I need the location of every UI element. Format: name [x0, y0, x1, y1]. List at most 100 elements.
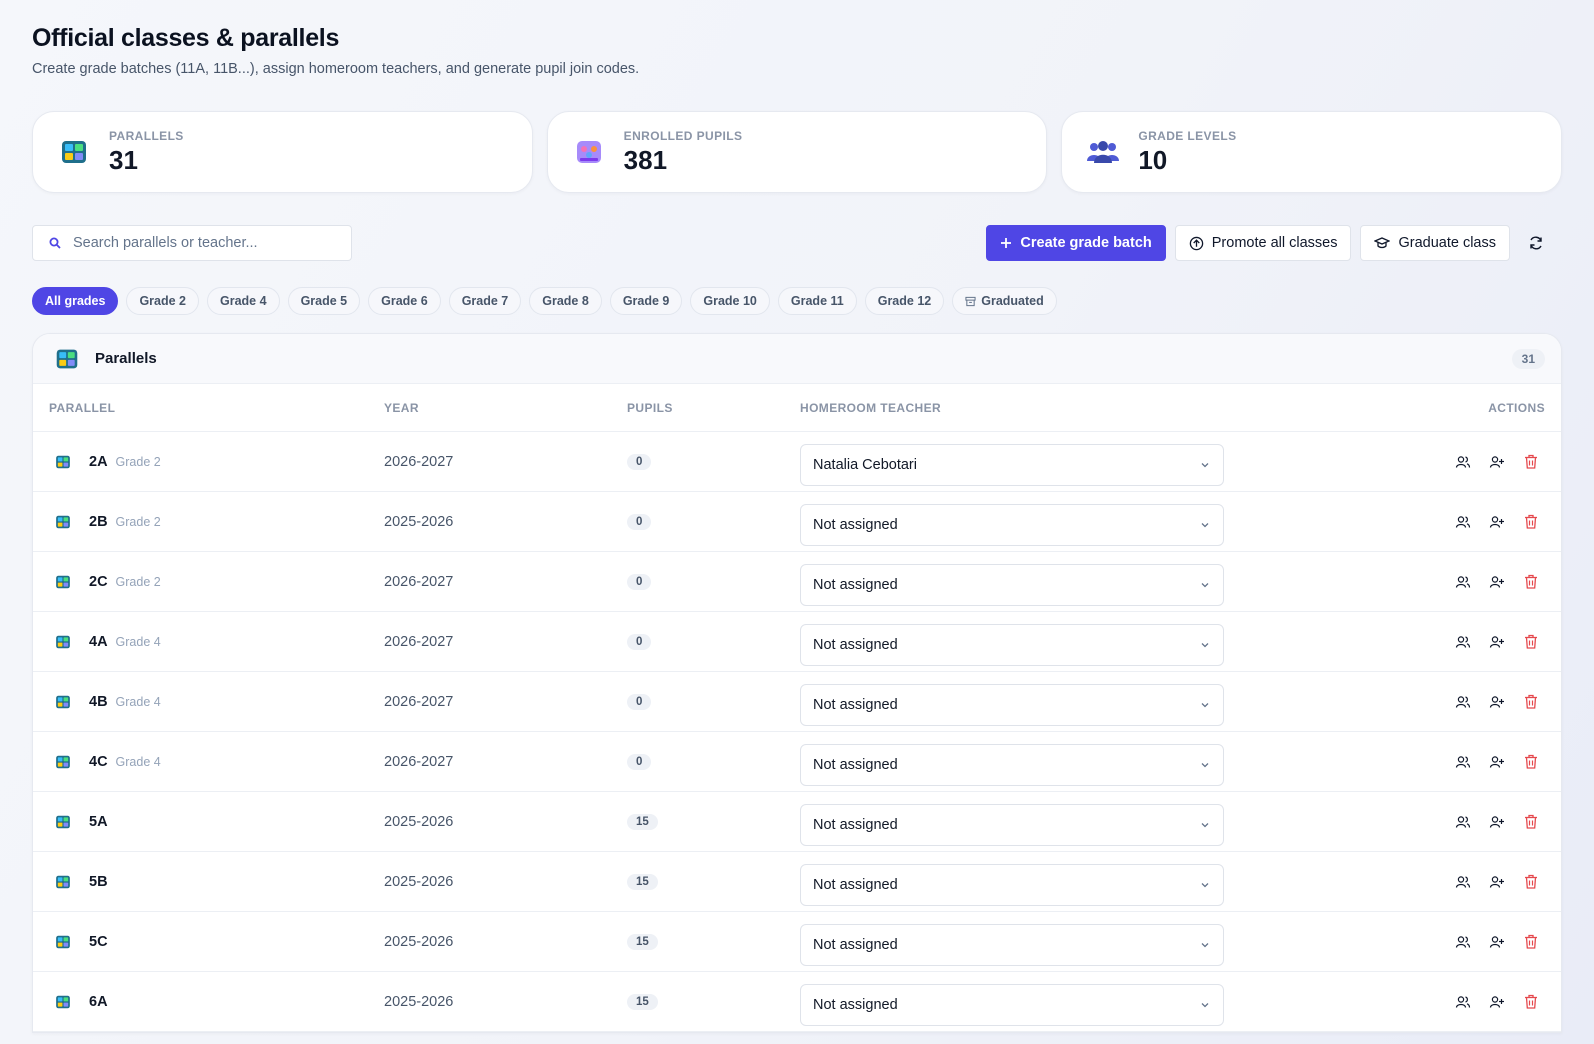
view-pupils-button[interactable]	[1455, 454, 1471, 470]
add-pupil-button[interactable]	[1489, 754, 1505, 770]
view-pupils-button[interactable]	[1455, 574, 1471, 590]
promote-all-classes-button[interactable]: Promote all classes	[1174, 225, 1352, 261]
pupil-count-badge: 0	[627, 513, 652, 530]
add-pupil-button[interactable]	[1489, 634, 1505, 650]
view-pupils-button[interactable]	[1455, 814, 1471, 830]
parallel-name[interactable]: 4B	[89, 694, 108, 710]
homeroom-teacher-select[interactable]: Natalia Cebotari	[800, 444, 1224, 486]
homeroom-teacher-select[interactable]: Not assigned	[800, 624, 1224, 666]
parallel-name[interactable]: 2C	[89, 574, 108, 590]
homeroom-teacher-select[interactable]: Not assigned	[800, 744, 1224, 786]
delete-parallel-button[interactable]	[1523, 754, 1539, 770]
filter-chip-grade-7[interactable]: Grade 7	[448, 287, 522, 315]
homeroom-teacher-select[interactable]: Not assigned	[800, 864, 1224, 906]
panel-title: Parallels	[95, 350, 157, 367]
homeroom-teacher-select[interactable]: Not assigned	[800, 804, 1224, 846]
add-pupil-button[interactable]	[1489, 694, 1505, 710]
table-row[interactable]: 5C 2025-2026 15 Not assigned	[33, 912, 1561, 972]
stat-card-enrolled-pupils: ENROLLED PUPILS 381	[546, 111, 1048, 193]
delete-parallel-button[interactable]	[1523, 994, 1539, 1010]
filter-chip-grade-6[interactable]: Grade 6	[368, 287, 441, 315]
table-row[interactable]: 2A Grade 2 2026-2027 0 Natalia Cebotari	[33, 432, 1561, 492]
class-board-icon	[56, 815, 70, 828]
parallel-name[interactable]: 5C	[89, 934, 108, 950]
view-pupils-button[interactable]	[1455, 754, 1471, 770]
table-row[interactable]: 4A Grade 4 2026-2027 0 Not assigned	[33, 612, 1561, 672]
delete-parallel-button[interactable]	[1523, 634, 1539, 650]
add-pupil-button[interactable]	[1489, 994, 1505, 1010]
view-pupils-button[interactable]	[1455, 994, 1471, 1010]
column-header-pupils[interactable]: PUPILS	[627, 401, 673, 415]
homeroom-teacher-select[interactable]: Not assigned	[800, 984, 1224, 1026]
refresh-button[interactable]	[1518, 225, 1562, 261]
class-board-icon	[57, 135, 91, 169]
filter-chip-grade-10[interactable]: Grade 10	[690, 287, 770, 315]
parallel-name[interactable]: 4C	[89, 754, 108, 770]
create-grade-batch-button[interactable]: Create grade batch	[986, 225, 1166, 261]
delete-parallel-button[interactable]	[1523, 814, 1539, 830]
delete-parallel-button[interactable]	[1523, 514, 1539, 530]
table-row[interactable]: 5A 2025-2026 15 Not assigned	[33, 792, 1561, 852]
parallel-name[interactable]: 5B	[89, 874, 108, 890]
page-title: Official classes & parallels	[32, 24, 340, 52]
view-pupils-button[interactable]	[1455, 634, 1471, 650]
delete-parallel-button[interactable]	[1523, 694, 1539, 710]
parallel-name[interactable]: 2B	[89, 514, 108, 530]
view-pupils-button[interactable]	[1455, 694, 1471, 710]
view-pupils-button[interactable]	[1455, 874, 1471, 890]
filter-chip-grade-4[interactable]: Grade 4	[207, 287, 280, 315]
filter-chip-graduated[interactable]: Graduated	[952, 287, 1057, 315]
filter-chip-grade-11[interactable]: Grade 11	[777, 287, 857, 315]
filter-chip-grade-5[interactable]: Grade 5	[287, 287, 361, 315]
view-pupils-button[interactable]	[1455, 514, 1471, 530]
users-icon	[1455, 755, 1471, 768]
delete-parallel-button[interactable]	[1523, 874, 1539, 890]
parallel-name[interactable]: 5A	[89, 814, 108, 830]
trash-icon	[1525, 994, 1537, 1009]
add-pupil-button[interactable]	[1489, 814, 1505, 830]
add-pupil-button[interactable]	[1489, 574, 1505, 590]
add-pupil-button[interactable]	[1489, 874, 1505, 890]
search-input[interactable]	[73, 235, 333, 251]
delete-parallel-button[interactable]	[1523, 574, 1539, 590]
add-pupil-button[interactable]	[1489, 514, 1505, 530]
column-header-year[interactable]: YEAR	[384, 401, 419, 415]
trash-icon	[1525, 634, 1537, 649]
view-pupils-button[interactable]	[1455, 934, 1471, 950]
homeroom-teacher-select[interactable]: Not assigned	[800, 924, 1224, 966]
filter-chip-grade-8[interactable]: Grade 8	[529, 287, 602, 315]
add-pupil-button[interactable]	[1489, 454, 1505, 470]
user-plus-icon	[1489, 635, 1504, 648]
stat-value: 10	[1138, 144, 1168, 175]
delete-parallel-button[interactable]	[1523, 454, 1539, 470]
table-row[interactable]: 6A 2025-2026 15 Not assigned	[33, 972, 1561, 1032]
filter-chip-grade-2[interactable]: Grade 2	[126, 287, 199, 315]
graduate-class-button[interactable]: Graduate class	[1360, 225, 1510, 261]
homeroom-teacher-select[interactable]: Not assigned	[800, 504, 1224, 546]
column-header-homeroom-teacher[interactable]: HOMEROOM TEACHER	[800, 401, 941, 415]
page-subtitle: Create grade batches (11A, 11B...), assi…	[32, 61, 640, 77]
row-actions	[1455, 814, 1539, 830]
column-header-parallel[interactable]: PARALLEL	[49, 401, 115, 415]
class-board-icon	[56, 515, 70, 528]
table-row[interactable]: 2B Grade 2 2025-2026 0 Not assigned	[33, 492, 1561, 552]
filter-chip-grade-9[interactable]: Grade 9	[609, 287, 683, 315]
users-icon	[1455, 695, 1471, 708]
stat-label: GRADE LEVELS	[1138, 128, 1237, 143]
table-row[interactable]: 5B 2025-2026 15 Not assigned	[33, 852, 1561, 912]
users-icon	[1455, 875, 1471, 888]
table-row[interactable]: 2C Grade 2 2026-2027 0 Not assigned	[33, 552, 1561, 612]
homeroom-teacher-select[interactable]: Not assigned	[800, 564, 1224, 606]
homeroom-teacher-select[interactable]: Not assigned	[800, 684, 1224, 726]
parallel-name[interactable]: 6A	[89, 994, 108, 1010]
delete-parallel-button[interactable]	[1523, 934, 1539, 950]
add-pupil-button[interactable]	[1489, 934, 1505, 950]
user-plus-icon	[1489, 695, 1504, 708]
filter-chip-grade-12[interactable]: Grade 12	[864, 287, 945, 315]
user-plus-icon	[1489, 875, 1504, 888]
parallel-name[interactable]: 2A	[89, 454, 108, 470]
filter-chip-all-grades[interactable]: All grades	[32, 287, 119, 315]
table-row[interactable]: 4C Grade 4 2026-2027 0 Not assigned	[33, 732, 1561, 792]
parallel-name[interactable]: 4A	[89, 634, 108, 650]
table-row[interactable]: 4B Grade 4 2026-2027 0 Not assigned	[33, 672, 1561, 732]
